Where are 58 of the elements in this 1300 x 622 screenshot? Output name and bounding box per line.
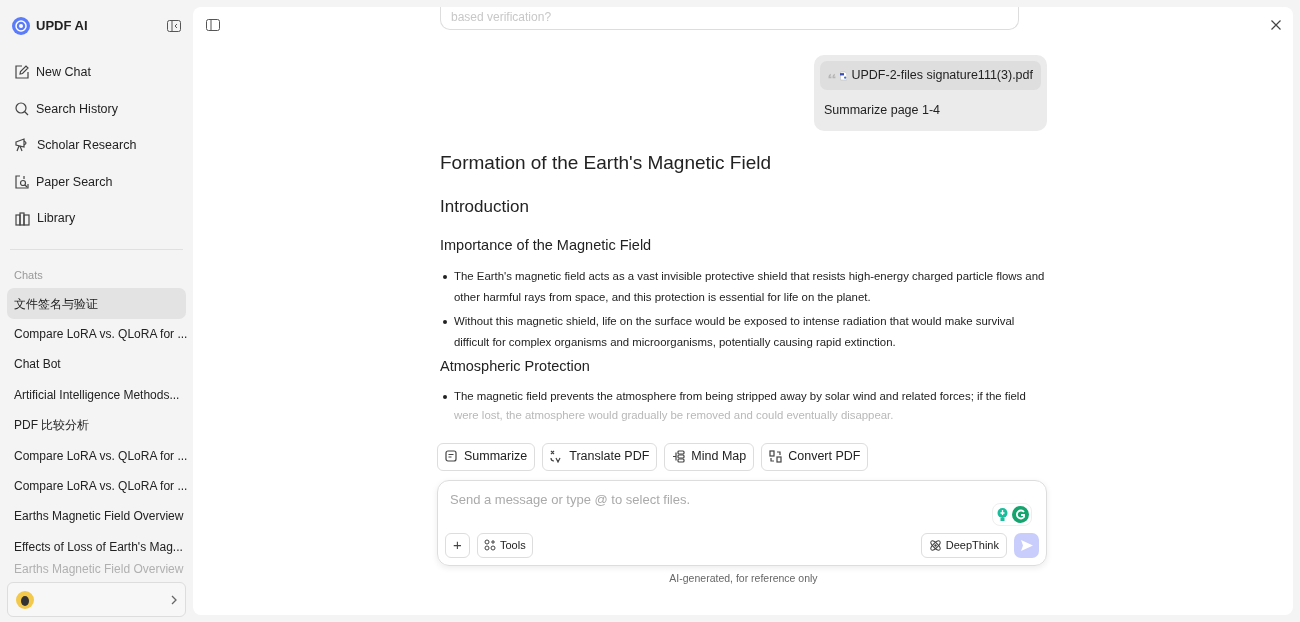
message-text: Summarize page 1-4 <box>823 102 942 119</box>
file-chip[interactable]: UPDF-2-files signature111(3).pdf <box>820 61 1041 90</box>
chevron-right-icon <box>171 594 177 605</box>
tools-icon <box>484 539 496 552</box>
quick-action-button[interactable]: Summarize <box>437 442 536 471</box>
chat-item[interactable]: Compare LoRA vs. QLoRA for ... <box>7 470 186 502</box>
section-heading: Introduction <box>440 196 530 219</box>
disclaimer-text: AI-generated, for reference only <box>668 570 819 586</box>
add-button[interactable]: + <box>445 532 470 558</box>
summary-icon <box>445 450 458 464</box>
file-name: UPDF-2-files signature111(3).pdf <box>851 67 1033 85</box>
bullet-icon <box>443 395 447 400</box>
document-search-icon <box>15 175 29 190</box>
deepthink-button[interactable]: DeepThink <box>920 532 1007 558</box>
subsection-heading: Importance of the Magnetic Field <box>440 235 653 255</box>
logo-icon <box>12 17 30 35</box>
bullet-text: The magnetic field prevents the atmosphere from being stripped away by solar wind and related forces; if the field <box>454 389 1026 405</box>
sidebar-toggle-icon[interactable] <box>167 20 181 32</box>
bullet-text: Without this magnetic shield, life on the surface would be exposed to intense radiation that would make survival difficult for complex organisms and microorganisms, potentially causing rapid extinction. <box>454 313 1016 350</box>
chat-item[interactable]: Chat Bot <box>7 349 186 380</box>
books-icon <box>15 211 30 226</box>
pdf-file-icon <box>840 68 848 83</box>
tools-button[interactable]: Tools <box>477 532 533 558</box>
message-input[interactable]: Send a message or type @ to select files. <box>445 489 1039 510</box>
chat-item[interactable]: Compare LoRA vs. QLoRA for ... <box>7 318 186 350</box>
grammar-icon[interactable] <box>1012 505 1029 523</box>
answer-title: Formation of the Earth's Magnetic Field <box>440 150 772 175</box>
bullet-text: The Earth's magnetic field acts as a vast invisible protective shield that resists high-energy charged particle flows and other harmful rays from space, and this protection is essential for life on the planet. <box>454 268 1046 305</box>
nav-item[interactable]: New Chat <box>7 54 186 91</box>
bullet-text: were lost, the atmosphere would gradually be removed and could eventually disappear. <box>454 408 895 423</box>
lightbulb-icon[interactable] <box>995 506 1010 522</box>
bullet-icon <box>443 274 447 279</box>
quick-action-button[interactable]: Convert PDF <box>761 442 869 471</box>
bullet-icon <box>443 319 447 324</box>
convert-icon <box>769 450 783 464</box>
chat-item[interactable]: Earths Magnetic Field Overview <box>7 501 186 532</box>
chat-item[interactable]: PDF 比较分析 <box>7 410 186 441</box>
search-icon <box>15 101 29 116</box>
quick-action-button[interactable]: Mind Map <box>664 442 755 471</box>
chat-item[interactable]: 文件签名与验证 <box>7 288 186 319</box>
chat-item[interactable]: Effects of Loss of Earth's Mag... <box>7 531 186 562</box>
nav-item[interactable]: Paper Search <box>7 163 186 201</box>
avatar-icon <box>16 590 34 609</box>
send-icon <box>1020 539 1033 551</box>
edit-icon <box>15 65 29 80</box>
app-title: UPDF AI <box>36 17 88 36</box>
close-icon[interactable] <box>1271 20 1281 30</box>
nav-item[interactable]: Library <box>7 200 186 237</box>
section-heading: Chats <box>13 267 44 283</box>
chat-item[interactable]: Compare LoRA vs. QLoRA for ... <box>7 440 186 471</box>
nav-item[interactable]: Scholar Research <box>7 127 186 164</box>
chat-item[interactable]: Artificial Intelligence Methods... <box>7 379 186 411</box>
mind-map-icon <box>672 450 686 464</box>
panel-toggle-icon[interactable] <box>206 19 220 31</box>
nav-item[interactable]: Search History <box>7 90 186 128</box>
atom-icon <box>928 538 942 552</box>
subsection-heading: Atmospheric Protection <box>440 356 591 376</box>
quick-action-button[interactable]: Translate PDF <box>542 442 658 471</box>
